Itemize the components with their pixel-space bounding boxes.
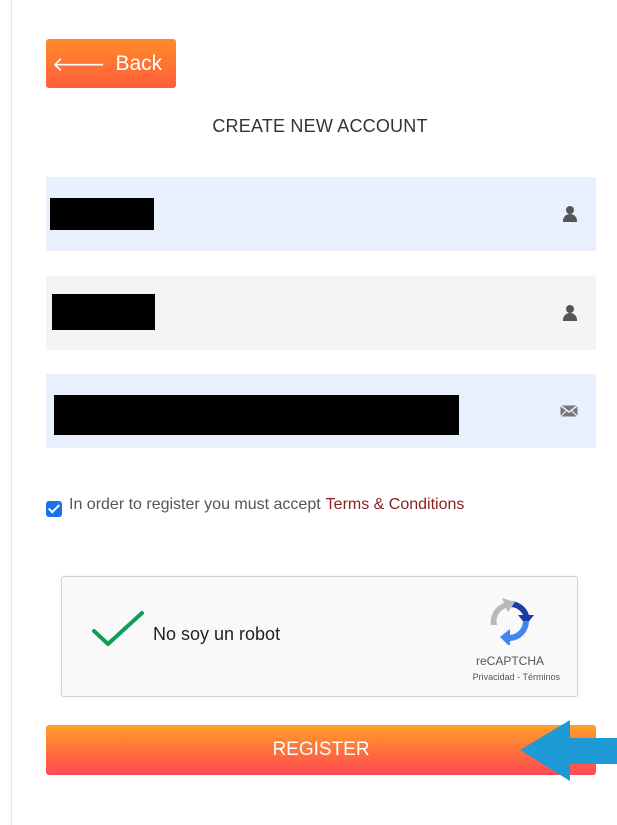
terms-link[interactable]: Terms & Conditions — [326, 496, 465, 513]
envelope-icon — [560, 405, 578, 417]
terms-row: In order to register you must accept Term… — [46, 496, 616, 517]
user-icon — [562, 305, 578, 321]
recaptcha-widget[interactable]: No soy un robot reCAPTCHA Privacidad - T… — [61, 576, 578, 697]
annotation-arrow-icon — [520, 720, 617, 781]
recaptcha-brand: reCAPTCHA — [475, 654, 544, 668]
first-name-field[interactable] — [46, 177, 596, 251]
recaptcha-links: Privacidad - Términos — [424, 672, 560, 682]
page-title: CREATE NEW ACCOUNT — [212, 116, 428, 136]
user-icon — [562, 206, 578, 222]
checkmark-icon — [92, 611, 144, 646]
email-field[interactable] — [46, 374, 596, 448]
recaptcha-logo-icon — [490, 598, 534, 645]
privacy-link[interactable]: Privacidad — [473, 672, 515, 682]
last-name-field[interactable] — [46, 276, 596, 350]
redacted-first-name — [50, 198, 154, 230]
terms-checkbox[interactable] — [46, 501, 62, 517]
captcha-label: No soy un robot — [153, 624, 281, 644]
register-button[interactable]: REGISTER — [46, 725, 596, 775]
terms-text: In order to register you must accept — [69, 496, 321, 513]
terms-of-service-link[interactable]: Términos — [522, 672, 560, 682]
arrow-left-icon: 🡐 — [51, 51, 106, 76]
redacted-last-name — [52, 294, 155, 330]
back-button[interactable]: 🡐 Back — [46, 39, 176, 88]
redacted-email — [54, 395, 459, 435]
back-button-label: Back — [115, 51, 163, 75]
